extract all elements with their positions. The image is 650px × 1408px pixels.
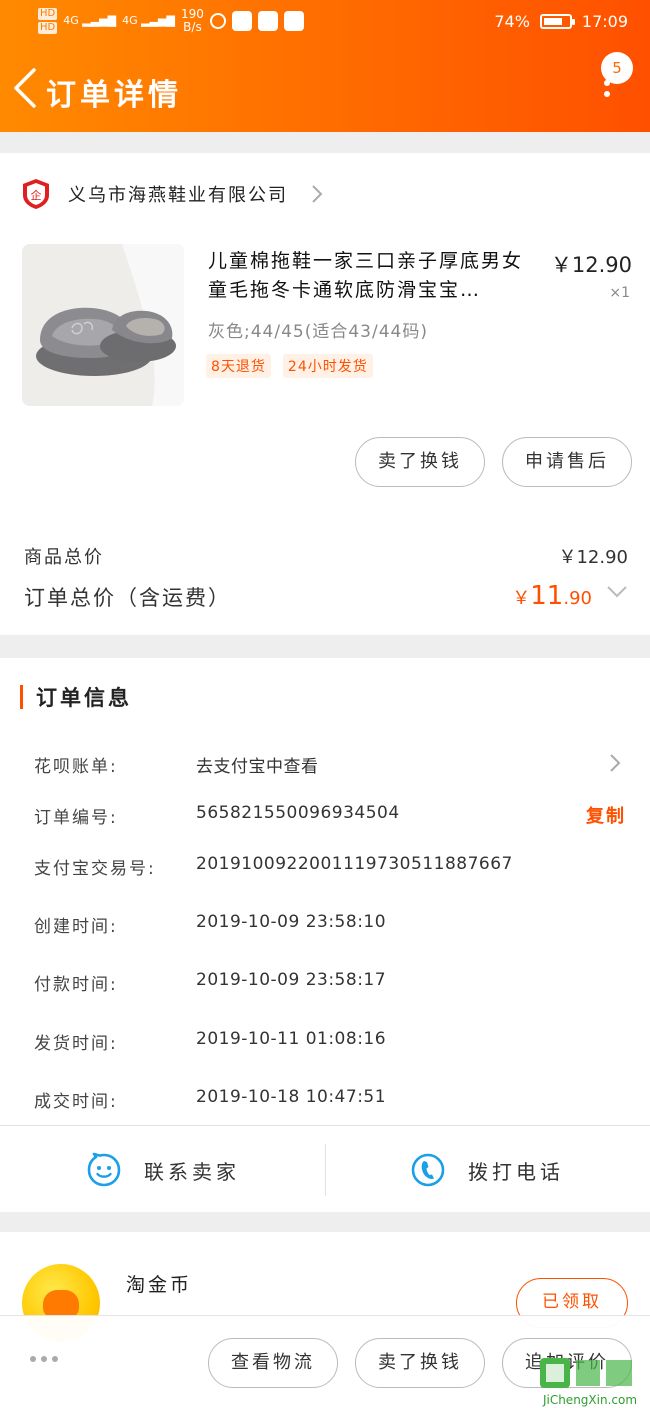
- chevron-left-icon: [14, 68, 36, 108]
- order-number-value: 565821550096934504: [196, 803, 400, 823]
- status-left-icons: HD HD 4G ▂▃▅▇ 4G ▂▃▅▇ 190 B/s: [38, 8, 304, 34]
- goods-total-value: ￥12.90: [558, 547, 628, 568]
- more-menu-button[interactable]: [600, 80, 614, 106]
- clock: 17:09: [581, 12, 628, 31]
- more-dot: [30, 1356, 36, 1362]
- shipping-tag: 24小时发货: [282, 354, 373, 378]
- more-actions-button[interactable]: [30, 1356, 58, 1362]
- sell-for-cash-button[interactable]: 卖了换钱: [355, 1338, 485, 1388]
- product-quantity: ×1: [609, 285, 630, 301]
- message-count-badge[interactable]: 5: [601, 52, 633, 84]
- battery-fill: [543, 18, 562, 25]
- app-notification-icon: [283, 11, 304, 31]
- watermark-text: JiChengXin.com: [542, 1393, 637, 1407]
- product-image[interactable]: [22, 244, 184, 406]
- completed-time-value: 2019-10-18 10:47:51: [196, 1087, 387, 1107]
- page-title: 订单详情: [46, 78, 182, 113]
- battery-icon: [539, 14, 575, 29]
- paid-time-label: 付款时间:: [34, 975, 118, 995]
- coin-title: 淘金币: [126, 1274, 193, 1296]
- product-title[interactable]: 儿童棉拖鞋一家三口亲子厚底男女童毛拖冬卡通软底防滑宝宝…: [208, 247, 538, 305]
- coin-mascot: [43, 1290, 79, 1318]
- more-dot: [604, 91, 610, 97]
- divider: [325, 1144, 326, 1196]
- order-total-value: ￥11.90: [512, 581, 592, 611]
- signal-icon: 4G ▂▃▅▇: [63, 14, 117, 27]
- shipped-time-label: 发货时间:: [34, 1034, 118, 1054]
- after-sale-button[interactable]: 申请售后: [502, 437, 632, 487]
- chevron-right-icon: [312, 185, 323, 203]
- shop-name[interactable]: 义乌市海燕鞋业有限公司: [68, 181, 288, 207]
- app-header: HD HD 4G ▂▃▅▇ 4G ▂▃▅▇ 190 B/s 74% 17:09 …: [0, 0, 650, 132]
- shop-header[interactable]: 企 义乌市海燕鞋业有限公司: [22, 177, 324, 211]
- status-bar: HD HD 4G ▂▃▅▇ 4G ▂▃▅▇ 190 B/s 74% 17:09: [0, 0, 650, 44]
- signal-icon: 4G ▂▃▅▇: [122, 14, 175, 27]
- sell-for-cash-button[interactable]: 卖了换钱: [355, 437, 485, 487]
- service-tags: 8天退货 24小时发货: [206, 354, 373, 378]
- contact-seller-button[interactable]: 联系卖家: [86, 1150, 240, 1190]
- network-speed: 190 B/s: [181, 8, 204, 34]
- slipper-image: [22, 244, 184, 406]
- chevron-down-icon[interactable]: [606, 585, 628, 599]
- app-notification-icon: [257, 11, 278, 31]
- chevron-right-icon[interactable]: [608, 752, 622, 774]
- order-item-card: 企 义乌市海燕鞋业有限公司 儿童棉拖鞋一家三口亲子厚底男女童毛拖冬卡通软底防滑宝…: [0, 153, 650, 635]
- network-type: 4G: [63, 14, 79, 27]
- hd-icon: HD: [38, 8, 58, 20]
- section-accent-bar: [20, 685, 23, 709]
- product-price: ￥12.90: [550, 253, 632, 277]
- product-sku: 灰色;44/45(适合43/44码): [208, 322, 428, 342]
- more-dot: [52, 1356, 58, 1362]
- contact-seller-label: 联系卖家: [144, 1159, 240, 1184]
- alipay-trade-value: 2019100922001119730511887667: [196, 854, 513, 874]
- chat-smile-icon: [87, 1152, 121, 1187]
- enterprise-shield-icon: 企: [23, 179, 49, 209]
- network-type: 4G: [122, 14, 138, 27]
- divider: [0, 1125, 650, 1126]
- more-dot: [41, 1356, 47, 1362]
- speed-unit: B/s: [183, 20, 202, 34]
- created-time-value: 2019-10-09 23:58:10: [196, 912, 387, 932]
- huabei-bill-label: 花呗账单:: [34, 757, 118, 777]
- app-notification-icon: [231, 11, 252, 31]
- bottom-action-bar: 查看物流 卖了换钱 追加评价 JiChengXin.com: [0, 1315, 650, 1408]
- hd-indicators: HD HD: [38, 8, 58, 34]
- status-right-icons: 74% 17:09: [494, 12, 628, 31]
- battery-percent: 74%: [494, 12, 530, 31]
- goods-total-label: 商品总价: [24, 547, 104, 568]
- call-phone-button[interactable]: 拨打电话: [410, 1150, 564, 1190]
- order-info-card: 订单信息 花呗账单: 去支付宝中查看 订单编号: 565821550096934…: [0, 658, 650, 1212]
- completed-time-label: 成交时间:: [34, 1092, 118, 1112]
- order-total-integer: 11: [530, 581, 564, 611]
- huabei-bill-value[interactable]: 去支付宝中查看: [196, 752, 319, 777]
- phone-icon: [411, 1153, 445, 1187]
- view-logistics-button[interactable]: 查看物流: [208, 1338, 338, 1388]
- order-total-label: 订单总价（含运费）: [24, 586, 231, 610]
- paid-time-value: 2019-10-09 23:58:17: [196, 970, 387, 990]
- order-total-decimal: .90: [563, 588, 592, 609]
- alipay-trade-label: 支付宝交易号:: [34, 859, 156, 879]
- back-button[interactable]: [10, 66, 40, 110]
- order-info-title: 订单信息: [36, 686, 132, 710]
- circle-icon: [209, 13, 226, 29]
- order-total-currency: ￥: [512, 588, 531, 609]
- order-number-label: 订单编号:: [34, 808, 118, 828]
- watermark-logo: JiChengXin.com: [540, 1358, 637, 1407]
- hd-icon: HD: [38, 22, 58, 34]
- shop-icon-text: 企: [31, 188, 42, 202]
- copy-button[interactable]: 复制: [586, 802, 626, 828]
- created-time-label: 创建时间:: [34, 917, 118, 937]
- shipped-time-value: 2019-10-11 01:08:16: [196, 1029, 387, 1049]
- return-tag: 8天退货: [206, 354, 271, 378]
- call-phone-label: 拨打电话: [468, 1159, 564, 1184]
